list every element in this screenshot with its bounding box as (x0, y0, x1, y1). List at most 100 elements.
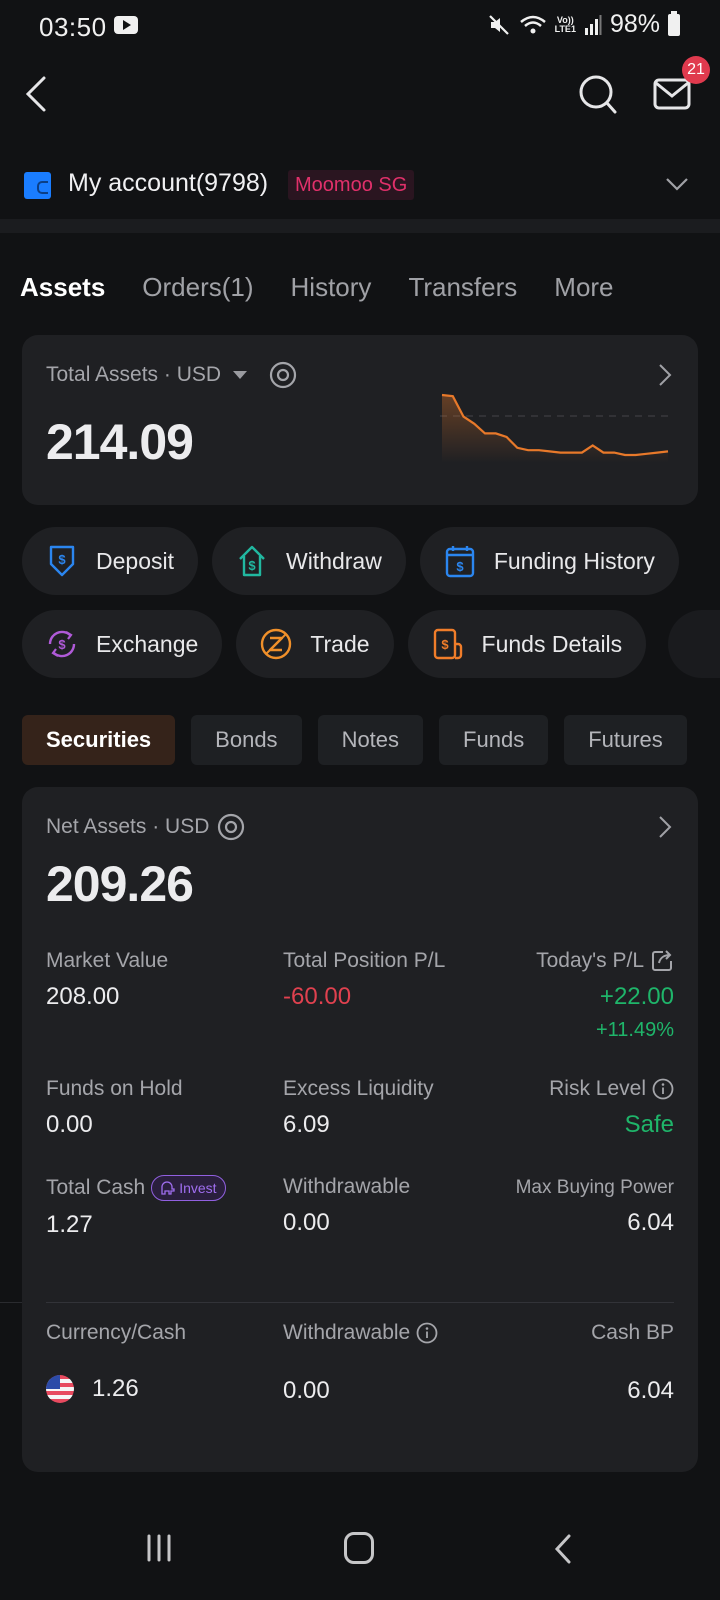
asset-class-tabs: Securities Bonds Notes Funds Futures (22, 715, 687, 765)
tab-orders[interactable]: Orders(1) (142, 272, 253, 303)
us-flag-icon (46, 1375, 74, 1403)
currency-cash-cell: 1.26 (46, 1375, 139, 1403)
funds-on-hold-label: Funds on Hold (46, 1077, 183, 1100)
share-icon[interactable] (650, 949, 674, 973)
account-name: My account(9798) (68, 169, 269, 197)
svg-text:$: $ (441, 637, 449, 652)
total-cash-value: 1.27 (46, 1211, 93, 1238)
currency-dropdown-icon[interactable] (233, 371, 248, 379)
market-value-metric: Market Value 208.00 (46, 949, 168, 1011)
chevron-right-icon[interactable] (658, 815, 672, 839)
info-icon[interactable] (416, 1322, 438, 1344)
funding-history-button[interactable]: $ Funding History (419, 527, 679, 595)
total-position-pl-metric: Total Position P/L -60.00 (283, 949, 445, 1011)
status-time: 03:50 (39, 12, 107, 42)
funding-history-icon: $ (445, 546, 475, 578)
currency-withdrawable-cell: 0.00 (283, 1377, 330, 1405)
mail-badge: 21 (682, 56, 710, 84)
tab-assets[interactable]: Assets (20, 272, 105, 307)
funds-details-button[interactable]: $ Funds Details (407, 610, 647, 678)
account-selector[interactable]: My account(9798) Moomoo SG (0, 160, 720, 216)
withdrawable-value: 0.00 (283, 1209, 330, 1236)
battery-percent: 98% (609, 10, 660, 38)
currency-cash-bp-cell: 6.04 (627, 1377, 674, 1405)
total-cash-metric: Total Cash Invest 1.27 (46, 1175, 226, 1239)
tab-more[interactable]: More (554, 272, 613, 303)
battery-icon (668, 10, 680, 36)
tab-bonds[interactable]: Bonds (191, 715, 302, 765)
total-position-pl-value: -60.00 (283, 983, 352, 1010)
chevron-right-icon[interactable] (658, 363, 672, 387)
network-label: LTE1 (554, 23, 576, 34)
deposit-icon: $ (49, 545, 75, 577)
todays-pl-value: +22.00 (599, 983, 674, 1010)
withdraw-label: Withdraw (285, 547, 382, 574)
exchange-button[interactable]: $ Exchange (22, 610, 223, 678)
risk-level-value: Safe (624, 1111, 674, 1138)
eye-icon[interactable] (217, 813, 245, 841)
svg-text:$: $ (58, 552, 66, 567)
tab-notes[interactable]: Notes (317, 715, 424, 765)
excess-liquidity-metric: Excess Liquidity 6.09 (283, 1077, 434, 1139)
exchange-label: Exchange (96, 630, 199, 657)
risk-level-metric: Risk Level Safe (549, 1077, 674, 1139)
max-buying-power-label: Max Buying Power (515, 1177, 674, 1198)
total-cash-label: Total Cash (46, 1176, 146, 1199)
risk-level-header: Risk Level (549, 1077, 674, 1101)
trade-button[interactable]: Trade (236, 610, 394, 678)
max-buying-power-value: 6.04 (627, 1209, 674, 1236)
total-assets-header: Total Assets · USD (46, 361, 297, 389)
wifi-icon (519, 15, 546, 33)
main-tabs: Assets Orders(1) History Transfers More (20, 272, 651, 307)
risk-level-label: Risk Level (549, 1077, 646, 1100)
signal-icon (584, 14, 602, 35)
youtube-notification-icon (114, 16, 138, 34)
recent-apps-icon[interactable] (145, 1534, 173, 1562)
info-icon[interactable] (652, 1078, 674, 1100)
total-assets-label: Total Assets · USD (46, 363, 222, 386)
exchange-icon: $ (48, 630, 76, 658)
funds-on-hold-metric: Funds on Hold 0.00 (46, 1077, 183, 1139)
system-back-icon[interactable] (553, 1534, 573, 1564)
excess-liquidity-value: 6.09 (283, 1111, 330, 1138)
todays-pl-header: Today's P/L (536, 949, 674, 973)
background-divider (0, 1302, 22, 1303)
market-value-value: 208.00 (46, 983, 120, 1010)
status-bar: 03:50 Vo)) LTE1 98% (0, 0, 720, 52)
tab-securities[interactable]: Securities (22, 715, 176, 765)
svg-text:$: $ (58, 637, 66, 652)
chevron-down-icon[interactable] (664, 174, 690, 194)
tab-futures[interactable]: Futures (564, 715, 687, 765)
trade-label: Trade (310, 630, 370, 657)
back-icon[interactable] (20, 74, 56, 114)
currency-header: Currency/Cash (46, 1321, 186, 1345)
invest-badge[interactable]: Invest (151, 1175, 226, 1201)
wallet-icon (24, 172, 51, 199)
total-assets-card[interactable]: Total Assets · USD 214.09 (22, 335, 698, 505)
market-value-label: Market Value (46, 949, 169, 972)
withdraw-icon: $ (239, 545, 265, 577)
total-cash-header: Total Cash Invest (46, 1175, 226, 1201)
withdraw-button[interactable]: $ Withdraw (211, 527, 406, 595)
deposit-button[interactable]: $ Deposit (22, 527, 198, 595)
funds-details-label: Funds Details (481, 630, 623, 657)
eye-icon[interactable] (269, 361, 297, 389)
search-icon[interactable] (578, 74, 618, 116)
lte-indicator: Vo)) LTE1 (554, 15, 576, 34)
card-divider (46, 1302, 674, 1303)
tab-transfers[interactable]: Transfers (408, 272, 517, 303)
excess-liquidity-label: Excess Liquidity (283, 1077, 434, 1100)
more-actions-pill[interactable] (668, 610, 720, 678)
total-position-pl-label: Total Position P/L (283, 949, 446, 972)
max-buying-power-metric: Max Buying Power 6.04 (516, 1177, 674, 1237)
tab-funds[interactable]: Funds (439, 715, 549, 765)
broker-badge: Moomoo SG (288, 170, 415, 200)
trade-icon (261, 628, 292, 660)
home-icon[interactable] (344, 1532, 374, 1564)
mute-icon (488, 14, 509, 35)
net-assets-card: Net Assets · USD 209.26 Market Value 208… (22, 787, 698, 1472)
todays-pl-label: Today's P/L (536, 949, 644, 972)
currency-withdrawable-value: 0.00 (283, 1377, 330, 1404)
tab-history[interactable]: History (291, 272, 372, 303)
svg-text:$: $ (456, 559, 464, 574)
